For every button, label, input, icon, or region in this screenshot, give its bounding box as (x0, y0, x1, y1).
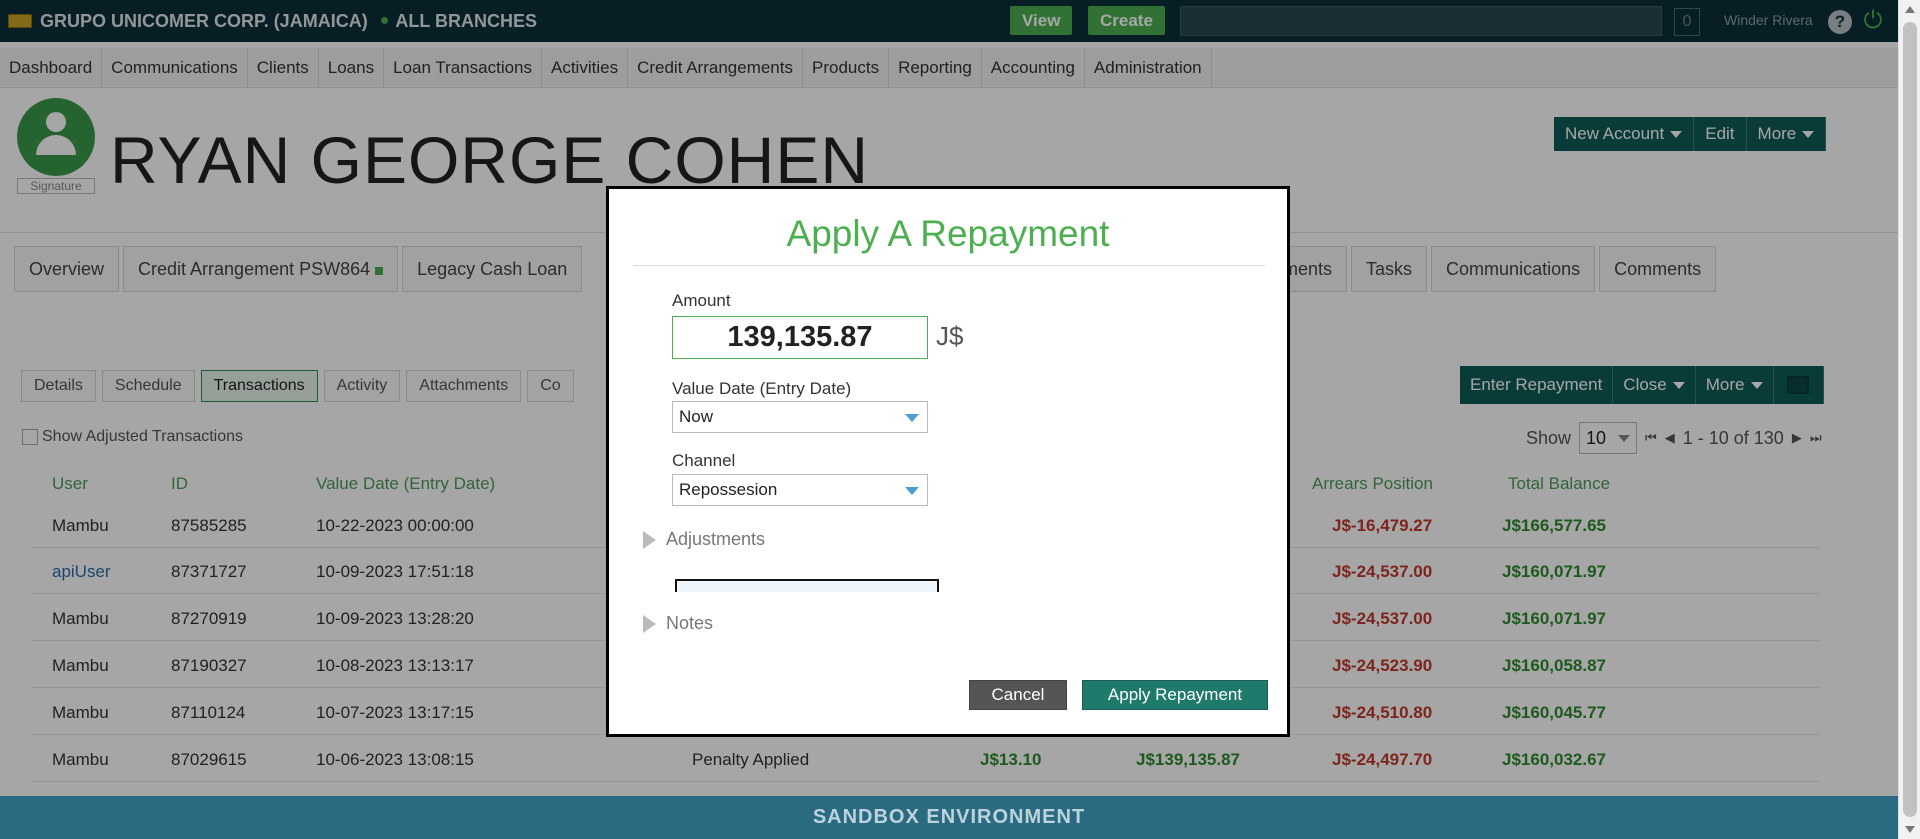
divider (633, 265, 1265, 266)
adjustments-expander[interactable]: Adjustments (643, 529, 765, 550)
value-date-select[interactable]: Now (672, 401, 928, 433)
scrollbar-thumb[interactable] (1903, 22, 1917, 817)
notes-expander[interactable]: Notes (643, 613, 713, 634)
scrollbar[interactable] (1898, 0, 1920, 839)
cancel-button[interactable]: Cancel (969, 680, 1067, 710)
amount-input[interactable]: 139,135.87 (672, 316, 928, 359)
sandbox-banner: SANDBOX ENVIRONMENT (0, 796, 1898, 839)
channel-select[interactable]: Repossesion (672, 474, 928, 506)
apply-repayment-button[interactable]: Apply Repayment (1082, 680, 1268, 710)
channel-label: Channel (672, 451, 736, 470)
chevron-down-icon (905, 414, 919, 422)
apply-repayment-dialog: Apply A Repayment Amount 139,135.87 J$ V… (606, 186, 1290, 737)
adjustments-field[interactable] (675, 579, 939, 592)
expand-triangle-icon (643, 614, 656, 633)
chevron-down-icon (905, 487, 919, 495)
scroll-up-icon[interactable] (1905, 6, 1915, 13)
currency-label: J$ (936, 321, 964, 351)
expand-triangle-icon (643, 530, 656, 549)
amount-label: Amount (672, 291, 731, 310)
dialog-title: Apply A Repayment (786, 213, 1110, 254)
scroll-down-icon[interactable] (1905, 826, 1915, 833)
value-date-label: Value Date (Entry Date) (672, 379, 852, 398)
